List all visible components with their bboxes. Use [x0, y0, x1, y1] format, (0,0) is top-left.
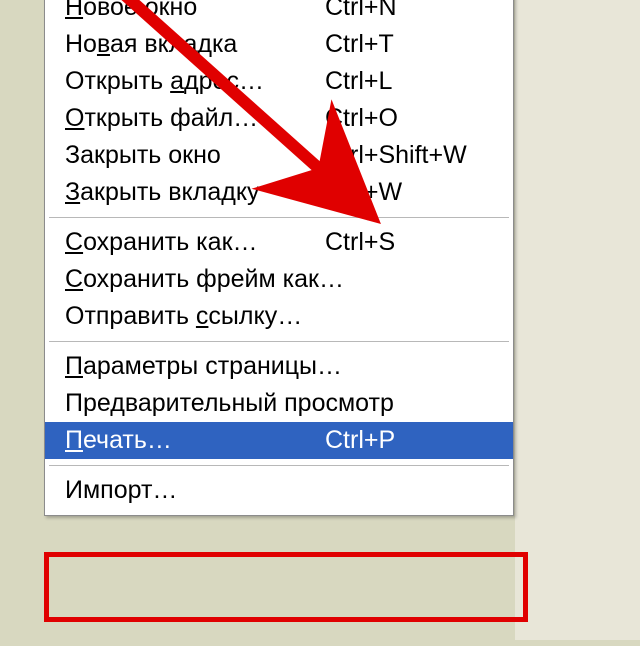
- menu-item-shortcut: Ctrl+W: [325, 178, 402, 207]
- menu-separator: [49, 217, 509, 218]
- menu-item-shortcut: Ctrl+L: [325, 67, 392, 96]
- menu-item[interactable]: Печать…Ctrl+P: [45, 422, 513, 459]
- menu-item-label: Закрыть окно: [65, 141, 325, 170]
- menu-item[interactable]: Закрыть окноCtrl+Shift+W: [45, 137, 513, 174]
- menu-item-shortcut: Ctrl+S: [325, 228, 395, 257]
- menu-item-label: Импорт…: [65, 476, 325, 505]
- menu-item[interactable]: Отправить ссылку…: [45, 298, 513, 335]
- menu-item[interactable]: Сохранить как…Ctrl+S: [45, 224, 513, 261]
- annotation-highlight-box: [44, 552, 528, 622]
- menu-item[interactable]: Новая вкладкаCtrl+T: [45, 26, 513, 63]
- menu-item[interactable]: Открыть адрес…Ctrl+L: [45, 63, 513, 100]
- menu-item[interactable]: Закрыть вкладкуCtrl+W: [45, 174, 513, 211]
- menu-item[interactable]: Импорт…: [45, 472, 513, 509]
- menu-item[interactable]: Новое окноCtrl+N: [45, 0, 513, 26]
- menu-item[interactable]: Параметры страницы…: [45, 348, 513, 385]
- menu-separator: [49, 341, 509, 342]
- menu-item-label: Открыть файл…: [65, 104, 325, 133]
- menu-item[interactable]: Предварительный просмотр: [45, 385, 513, 422]
- file-menu: Новое окноCtrl+NНовая вкладкаCtrl+TОткры…: [44, 0, 514, 516]
- menu-item-label: Новое окно: [65, 0, 325, 22]
- menu-item-label: Параметры страницы…: [65, 352, 342, 381]
- background-panel: [515, 0, 640, 640]
- menu-item-label: Предварительный просмотр: [65, 389, 394, 418]
- menu-item[interactable]: Открыть файл…Ctrl+O: [45, 100, 513, 137]
- menu-item-label: Печать…: [65, 426, 325, 455]
- menu-item-label: Сохранить фрейм как…: [65, 265, 344, 294]
- menu-separator: [49, 465, 509, 466]
- menu-item[interactable]: Сохранить фрейм как…: [45, 261, 513, 298]
- menu-item-shortcut: Ctrl+T: [325, 30, 394, 59]
- menu-item-label: Сохранить как…: [65, 228, 325, 257]
- menu-item-label: Закрыть вкладку: [65, 178, 325, 207]
- menu-item-label: Новая вкладка: [65, 30, 325, 59]
- menu-item-label: Открыть адрес…: [65, 67, 325, 96]
- menu-item-shortcut: Ctrl+P: [325, 426, 395, 455]
- menu-item-shortcut: Ctrl+O: [325, 104, 398, 133]
- menu-item-label: Отправить ссылку…: [65, 302, 325, 331]
- menu-item-shortcut: Ctrl+Shift+W: [325, 141, 467, 170]
- menu-item-shortcut: Ctrl+N: [325, 0, 397, 22]
